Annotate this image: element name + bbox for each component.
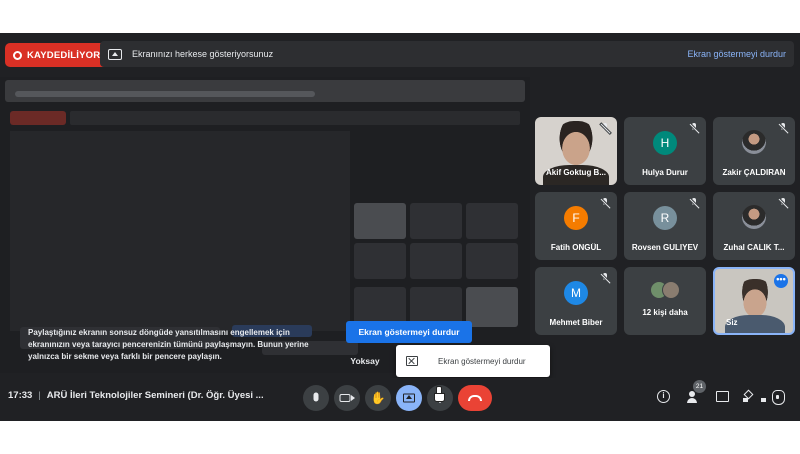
mic-off-icon bbox=[600, 123, 611, 134]
participant-name: Rovsen GULIYEV bbox=[631, 243, 699, 252]
mic-off-icon bbox=[778, 198, 789, 209]
mic-off-icon bbox=[600, 273, 611, 284]
info-icon[interactable]: i bbox=[657, 390, 670, 403]
meeting-info: 17:33 | ARÜ İleri Teknolojiler Semineri (D… bbox=[8, 390, 264, 401]
camera-button[interactable] bbox=[334, 385, 360, 411]
sharing-status-text: Ekranınızı herkese gösteriyorsunuz bbox=[132, 49, 274, 59]
mirrored-canvas bbox=[10, 131, 350, 331]
mirrored-tile bbox=[354, 243, 406, 279]
mirrored-recording-badge bbox=[10, 111, 66, 125]
participant-tile-zuhal[interactable]: Zuhal CALIK T... bbox=[713, 192, 795, 260]
participant-tile-mehmet[interactable]: M Mehmet Biber bbox=[535, 267, 617, 335]
present-screen-icon bbox=[108, 48, 122, 60]
people-avatars bbox=[650, 281, 682, 301]
recording-icon bbox=[13, 50, 22, 60]
self-tile[interactable]: ••• Siz bbox=[713, 267, 795, 335]
mirrored-browser-bar bbox=[5, 80, 525, 102]
recording-badge: KAYDEDİLİYOR bbox=[5, 43, 111, 67]
present-now-button[interactable] bbox=[396, 385, 422, 411]
mirrored-tile bbox=[354, 203, 406, 239]
participant-name: Fatih ONGÜL bbox=[550, 243, 602, 252]
participant-name: Zuhal CALIK T... bbox=[723, 243, 785, 252]
microphone-button[interactable] bbox=[303, 385, 329, 411]
mirrored-tile bbox=[466, 243, 518, 279]
mirrored-tile bbox=[466, 203, 518, 239]
more-participants-tile[interactable]: 12 kişi daha bbox=[624, 267, 706, 335]
activities-icon[interactable] bbox=[741, 388, 766, 406]
ignore-button[interactable]: Yoksay bbox=[340, 351, 390, 371]
raise-hand-button[interactable]: ✋ bbox=[365, 385, 391, 411]
participant-photo bbox=[742, 130, 766, 154]
hand-cursor-icon bbox=[434, 386, 445, 402]
mic-off-icon bbox=[778, 123, 789, 134]
participant-name: Zakir ÇALDIRAN bbox=[722, 168, 786, 177]
bottom-toolbar: 17:33 | ARÜ İleri Teknolojiler Semineri (D… bbox=[0, 378, 800, 421]
mic-off-icon bbox=[600, 198, 611, 209]
more-participants-label: 12 kişi daha bbox=[642, 308, 688, 317]
stop-presenting-button[interactable]: Ekran göstermeyi durdur bbox=[346, 321, 472, 343]
mirrored-sharing-banner bbox=[70, 111, 520, 125]
participant-avatar: F bbox=[564, 206, 588, 230]
present-arrow-icon bbox=[406, 395, 412, 399]
mic-off-icon bbox=[689, 198, 700, 209]
participant-avatar: H bbox=[653, 131, 677, 155]
meet-window: KAYDEDİLİYOR Ekranınızı herkese gösteriy… bbox=[0, 33, 800, 421]
stop-sharing-link[interactable]: Ekran göstermeyi durdur bbox=[687, 49, 786, 59]
sharing-banner: Ekranınızı herkese gösteriyorsunuz Ekran… bbox=[100, 41, 794, 67]
participant-name: Hulya Durur bbox=[642, 168, 688, 177]
participant-avatar: R bbox=[653, 206, 677, 230]
recording-label: KAYDEDİLİYOR bbox=[27, 49, 101, 61]
popup-stop-label: Ekran göstermeyi durdur bbox=[438, 356, 526, 366]
stop-sharing-popup[interactable]: Ekran göstermeyi durdur bbox=[396, 345, 550, 377]
people-icon[interactable] bbox=[685, 388, 703, 406]
participant-video bbox=[553, 121, 599, 171]
leave-call-button[interactable] bbox=[458, 385, 492, 411]
participant-tile-rovsen[interactable]: R Rovsen GULIYEV bbox=[624, 192, 706, 260]
mini-avatar bbox=[662, 281, 680, 299]
chat-icon[interactable] bbox=[713, 388, 731, 406]
microphone-icon bbox=[313, 392, 319, 402]
self-name: Siz bbox=[726, 318, 738, 327]
participant-name: Mehmet Biber bbox=[549, 318, 603, 327]
camera-icon bbox=[339, 394, 351, 402]
participant-tile-akif[interactable]: Akif Goktug B... bbox=[535, 117, 617, 185]
mic-off-icon bbox=[689, 123, 700, 134]
more-options-icon[interactable]: ••• bbox=[774, 274, 788, 288]
mirrored-tile bbox=[466, 287, 518, 327]
hand-icon: ✋ bbox=[370, 391, 386, 405]
participant-avatar: M bbox=[564, 281, 588, 305]
mirrored-tile bbox=[410, 243, 462, 279]
participant-tile-zakir[interactable]: Zakir ÇALDIRAN bbox=[713, 117, 795, 185]
participant-name: Akif Goktug B... bbox=[546, 168, 606, 177]
meeting-time: 17:33 bbox=[8, 390, 33, 401]
hang-up-icon bbox=[468, 395, 482, 401]
infinite-mirror-warning: Paylaştığınız ekranın sonsuz döngüde yan… bbox=[28, 328, 309, 361]
participant-photo bbox=[742, 205, 766, 229]
camera-lens-icon bbox=[351, 395, 355, 401]
participant-tile-fatih[interactable]: F Fatih ONGÜL bbox=[535, 192, 617, 260]
meeting-title: ARÜ İleri Teknolojiler Semineri (Dr. Öğr… bbox=[46, 390, 264, 401]
stop-share-icon bbox=[406, 356, 418, 366]
meeting-separator: | bbox=[38, 390, 41, 401]
host-controls-icon[interactable] bbox=[769, 388, 787, 406]
mirrored-tile bbox=[410, 203, 462, 239]
participant-tile-hulya[interactable]: H Hulya Durur bbox=[624, 117, 706, 185]
